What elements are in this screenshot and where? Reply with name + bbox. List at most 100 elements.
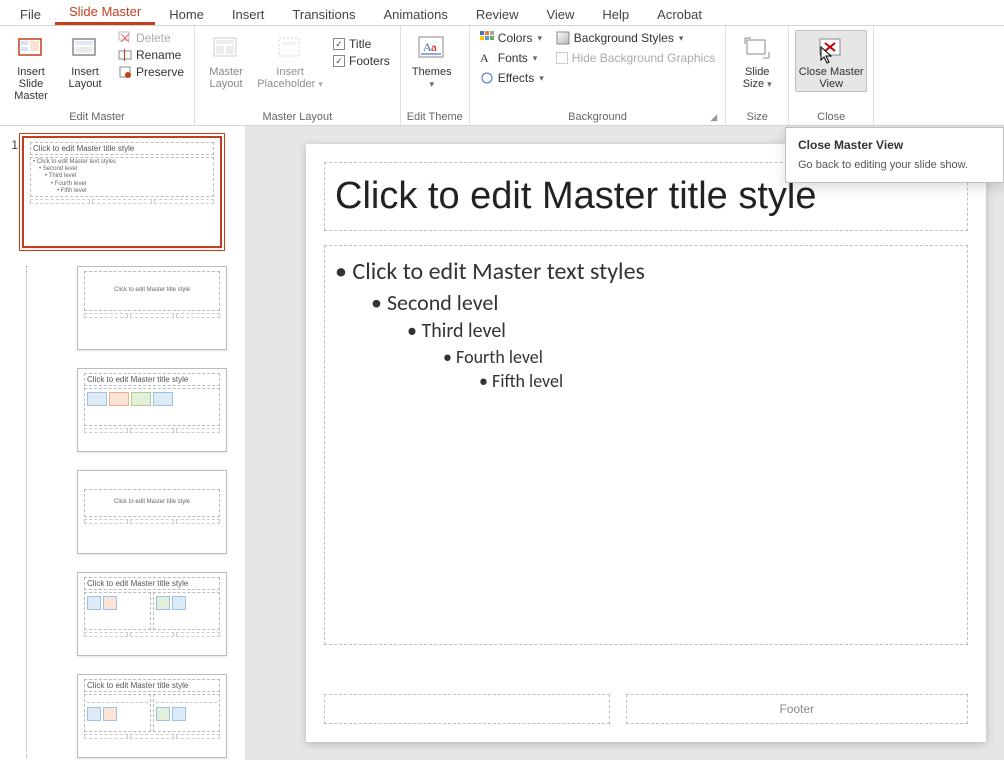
master-layout-icon xyxy=(210,32,242,64)
rename-icon xyxy=(118,48,132,62)
svg-text:A: A xyxy=(480,51,489,65)
group-edit-theme: Aa Themes▾ Edit Theme xyxy=(401,26,470,125)
thumb-body xyxy=(84,592,151,630)
title-checkbox[interactable]: ✓ Title xyxy=(329,36,394,52)
date-placeholder[interactable] xyxy=(324,694,610,724)
thumb-title: Click to edit Master title style xyxy=(84,679,220,692)
master-layout-label: Master Layout xyxy=(203,66,249,90)
layout-thumbnail[interactable]: Click to edit Master title style xyxy=(77,572,227,656)
layout-thumbnail[interactable]: Click to edit Master title style xyxy=(77,470,227,554)
tab-insert[interactable]: Insert xyxy=(218,3,279,25)
group-background-label: Background ◢ xyxy=(476,109,719,125)
footers-checkbox[interactable]: ✓ Footers xyxy=(329,53,394,69)
thumbnail-number: 1 xyxy=(8,136,18,152)
close-master-view-label: Close Master View xyxy=(797,66,865,90)
chevron-down-icon: ▾ xyxy=(539,73,544,84)
footer-row: Footer xyxy=(324,694,968,724)
slide-size-button[interactable]: Slide Size ▾ xyxy=(732,30,782,92)
themes-button[interactable]: Aa Themes▾ xyxy=(407,30,457,92)
tab-file[interactable]: File xyxy=(6,3,55,25)
tab-review[interactable]: Review xyxy=(462,3,533,25)
ribbon-tabs: File Slide Master Home Insert Transition… xyxy=(0,0,1004,26)
chevron-down-icon: ▾ xyxy=(429,79,434,89)
insert-placeholder-button: Insert Placeholder ▾ xyxy=(255,30,325,92)
preserve-icon xyxy=(118,65,132,79)
tooltip-title: Close Master View xyxy=(798,138,991,152)
chevron-down-icon: ▾ xyxy=(533,53,538,64)
checkbox-checked-icon: ✓ xyxy=(333,55,345,67)
footer-placeholder[interactable]: Footer xyxy=(626,694,968,724)
tab-transitions[interactable]: Transitions xyxy=(278,3,369,25)
group-edit-master-label: Edit Master xyxy=(6,109,188,125)
thumb-title: Click to edit Master title style xyxy=(84,489,220,517)
tab-animations[interactable]: Animations xyxy=(370,3,462,25)
chevron-down-icon: ▾ xyxy=(679,33,684,44)
insert-slide-master-label: Insert Slide Master xyxy=(8,66,54,102)
insert-layout-label: Insert Layout xyxy=(62,66,108,90)
group-edit-master: Insert Slide Master Insert Layout Delete… xyxy=(0,26,195,125)
slide-canvas[interactable]: Click to edit Master title style Click t… xyxy=(306,144,986,742)
tab-home[interactable]: Home xyxy=(155,3,218,25)
workspace: 1 Click to edit Master title style • Cli… xyxy=(0,126,1004,760)
fonts-button[interactable]: A Fonts ▾ xyxy=(476,50,548,66)
ribbon: Insert Slide Master Insert Layout Delete… xyxy=(0,26,1004,126)
effects-icon xyxy=(480,71,494,85)
insert-slide-master-icon xyxy=(15,32,47,64)
layout-thumbnail[interactable]: Click to edit Master title style xyxy=(77,674,227,758)
layout-thumbnail[interactable]: Click to edit Master title style xyxy=(77,266,227,350)
fonts-label: Fonts xyxy=(498,51,528,65)
thumb-body xyxy=(84,694,151,732)
layout-thumbnail[interactable]: Click to edit Master title style xyxy=(77,368,227,452)
bullet-level-2[interactable]: Second level xyxy=(335,288,957,318)
tab-view[interactable]: View xyxy=(532,3,588,25)
thumb-title: Click to edit Master title style xyxy=(30,142,214,155)
master-thumbnail[interactable]: Click to edit Master title style • Click… xyxy=(22,136,222,248)
dialog-launcher-icon[interactable]: ◢ xyxy=(710,112,717,123)
background-styles-icon xyxy=(556,31,570,45)
thumbnail-panel[interactable]: 1 Click to edit Master title style • Cli… xyxy=(0,126,246,760)
delete-button: Delete xyxy=(114,30,188,46)
group-close-label: Close xyxy=(795,109,867,125)
bullet-level-1[interactable]: Click to edit Master text styles xyxy=(335,256,957,288)
insert-placeholder-icon xyxy=(274,32,306,64)
thumb-body xyxy=(153,592,220,630)
delete-label: Delete xyxy=(136,31,171,45)
thumb-title: Click to edit Master title style xyxy=(84,577,220,590)
slide-editor[interactable]: Click to edit Master title style Click t… xyxy=(246,126,1004,760)
delete-icon xyxy=(118,31,132,45)
colors-button[interactable]: Colors▾ xyxy=(476,30,548,46)
group-size: Slide Size ▾ Size xyxy=(726,26,789,125)
hide-background-label: Hide Background Graphics xyxy=(572,51,715,65)
bullet-level-3[interactable]: Third level xyxy=(335,318,957,345)
thumb-body xyxy=(84,388,220,426)
tab-help[interactable]: Help xyxy=(588,3,643,25)
thumb-body: • Click to edit Master text styles • Sec… xyxy=(30,157,214,197)
themes-icon: Aa xyxy=(416,32,448,64)
checkbox-checked-icon: ✓ xyxy=(333,38,345,50)
close-master-view-button[interactable]: Close Master View xyxy=(795,30,867,92)
bullet-level-4[interactable]: Fourth level xyxy=(335,345,957,369)
tab-slide-master[interactable]: Slide Master xyxy=(55,0,155,25)
insert-layout-button[interactable]: Insert Layout xyxy=(60,30,110,92)
hide-background-checkbox: Hide Background Graphics xyxy=(552,50,719,66)
insert-placeholder-label: Insert Placeholder ▾ xyxy=(257,66,323,90)
rename-label: Rename xyxy=(136,48,181,62)
footers-checkbox-label: Footers xyxy=(349,54,390,68)
group-master-layout-label: Master Layout xyxy=(201,109,394,125)
effects-button[interactable]: Effects ▾ xyxy=(476,70,548,86)
effects-label: Effects xyxy=(498,71,534,85)
body-placeholder[interactable]: Click to edit Master text styles Second … xyxy=(324,245,968,645)
bullet-level-5[interactable]: Fifth level xyxy=(335,369,957,393)
tooltip-close-master-view: Close Master View Go back to editing you… xyxy=(785,127,1004,183)
insert-slide-master-button[interactable]: Insert Slide Master xyxy=(6,30,56,104)
group-close: Close Master View Close xyxy=(789,26,874,125)
checkbox-unchecked-icon xyxy=(556,52,568,64)
tab-acrobat[interactable]: Acrobat xyxy=(643,3,716,25)
thumb-title: Click to edit Master title style xyxy=(84,271,220,311)
preserve-button[interactable]: Preserve xyxy=(114,64,188,80)
rename-button[interactable]: Rename xyxy=(114,47,188,63)
background-styles-label: Background Styles xyxy=(574,31,674,45)
background-styles-button[interactable]: Background Styles ▾ xyxy=(552,30,719,46)
colors-icon xyxy=(480,31,494,45)
group-size-label: Size xyxy=(732,109,782,125)
